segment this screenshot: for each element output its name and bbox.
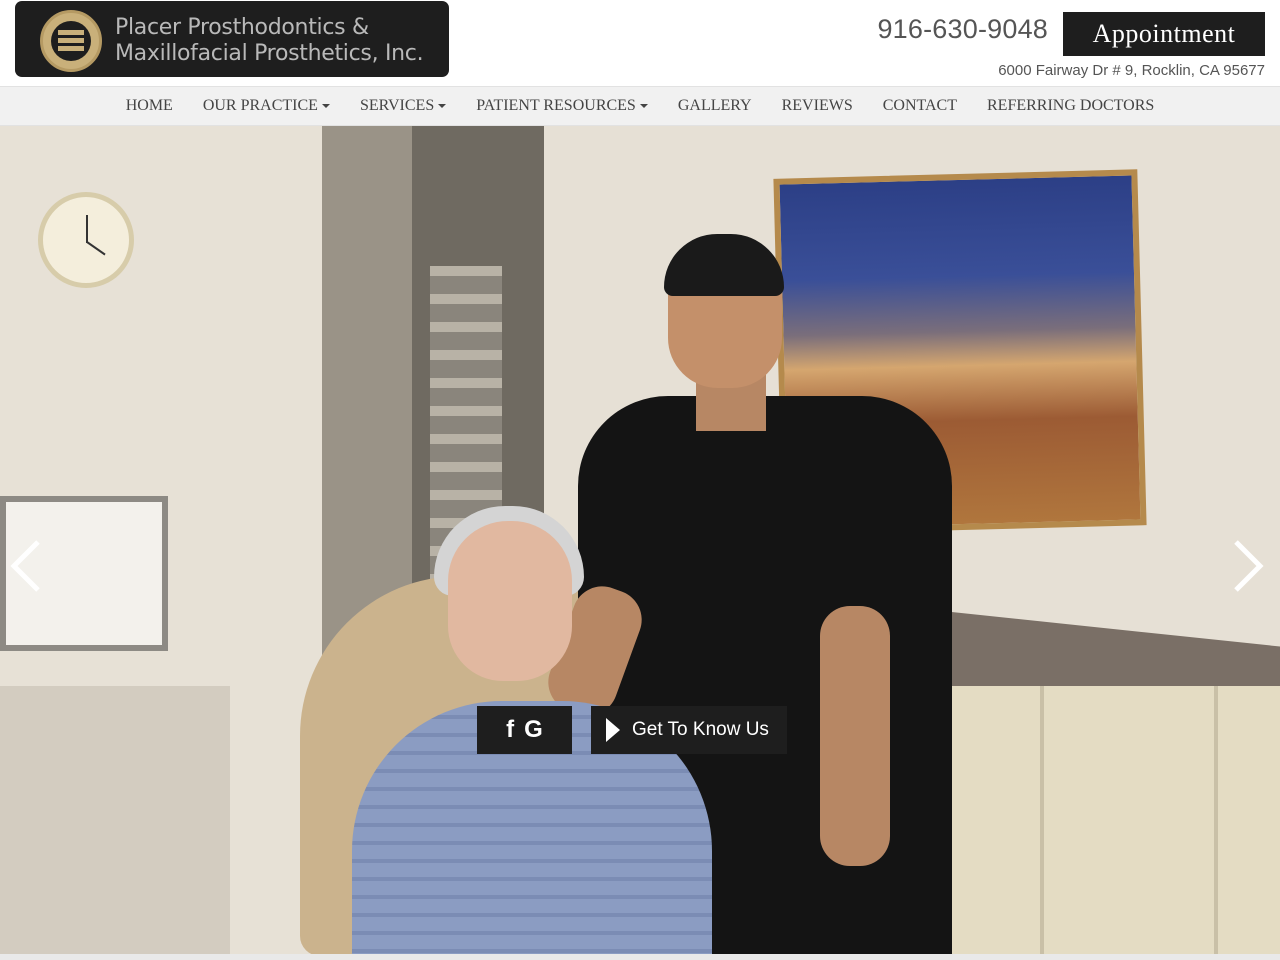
slider-next-button[interactable] [1228, 538, 1268, 594]
nav-item-contact[interactable]: CONTACT [868, 97, 972, 115]
logo-text: Placer Prosthodontics & Maxillofacial Pr… [115, 15, 424, 67]
nav-item-label: HOME [125, 97, 173, 114]
nav-item-label: REVIEWS [781, 97, 853, 114]
nav-item-referring-doctors[interactable]: REFERRING DOCTORS [972, 97, 1169, 115]
nav-item-services[interactable]: SERVICES [345, 97, 461, 115]
nav-item-label: CONTACT [882, 97, 957, 114]
nav-item-gallery[interactable]: GALLERY [663, 97, 767, 115]
nav-item-label: REFERRING DOCTORS [987, 97, 1155, 114]
site-header: Placer Prosthodontics & Maxillofacial Pr… [0, 0, 1280, 86]
hero-slider: f G Get To Know Us [0, 126, 1280, 954]
social-links: f G [477, 706, 572, 754]
site-logo[interactable]: Placer Prosthodontics & Maxillofacial Pr… [15, 1, 449, 77]
nav-item-label: PATIENT RESOURCES [476, 97, 636, 114]
get-to-know-us-button[interactable]: Get To Know Us [591, 706, 787, 754]
wall-clock [38, 192, 134, 288]
caret-down-icon [438, 104, 447, 108]
nav-item-patient-resources[interactable]: PATIENT RESOURCES [461, 97, 663, 115]
address-text: 6000 Fairway Dr # 9, Rocklin, CA 95677 [998, 62, 1265, 79]
nav-item-our-practice[interactable]: OUR PRACTICE [188, 97, 345, 115]
phone-number-link[interactable]: 916-630-9048 [877, 14, 1048, 45]
logo-line-1: Placer Prosthodontics & [115, 15, 369, 40]
facebook-icon[interactable]: f [506, 716, 514, 744]
chevron-right-icon [1234, 540, 1264, 592]
nav-item-label: GALLERY [677, 97, 752, 114]
appointment-button[interactable]: Appointment [1063, 12, 1265, 56]
nav-item-label: SERVICES [359, 97, 435, 114]
play-icon [606, 718, 620, 742]
logo-emblem-icon [40, 10, 102, 72]
nav-item-home[interactable]: HOME [111, 97, 188, 115]
google-icon[interactable]: G [524, 716, 543, 744]
nav-item-label: OUR PRACTICE [202, 97, 318, 114]
caret-down-icon [321, 104, 330, 108]
slider-prev-button[interactable] [6, 538, 46, 594]
page-bottom-strip [0, 954, 1280, 960]
caret-down-icon [639, 104, 648, 108]
main-nav: HOME OUR PRACTICE SERVICES PATIENT RESOU… [0, 86, 1280, 126]
chevron-left-icon [10, 540, 40, 592]
nav-item-reviews[interactable]: REVIEWS [767, 97, 868, 115]
logo-line-2: Maxillofacial Prosthetics, Inc. [115, 41, 424, 66]
get-to-know-us-label: Get To Know Us [632, 719, 769, 740]
